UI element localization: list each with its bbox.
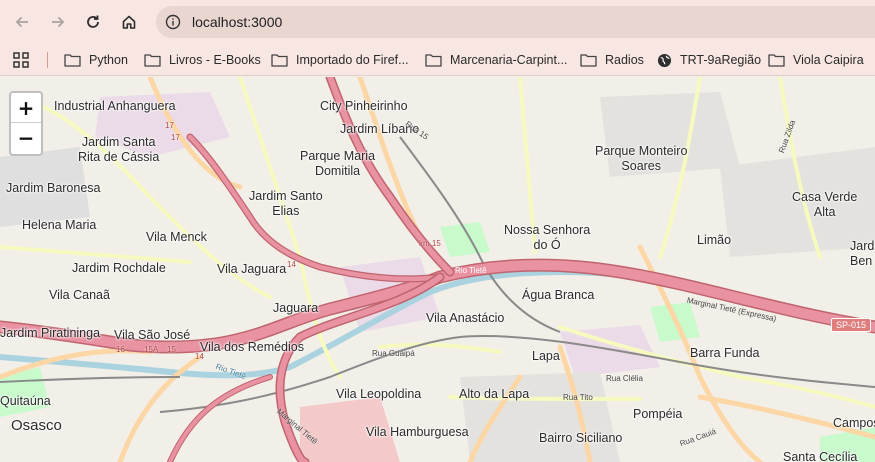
place-label: Lapa — [532, 349, 560, 363]
place-label: Casa Verde Alta — [792, 190, 858, 219]
bookmarks-separator — [47, 52, 48, 68]
bookmark-label: Importado do Firef... — [296, 53, 409, 67]
place-label: Vila dos Remédios — [200, 340, 304, 354]
place-label: Jardim Rochdale — [72, 261, 166, 275]
folder-icon — [580, 54, 597, 67]
place-label: Vila São José — [114, 328, 191, 342]
place-label: Barra Funda — [690, 346, 760, 360]
browser-toolbar: localhost:3000 — [0, 0, 875, 44]
place-label: City Pinheirinho — [320, 99, 408, 113]
place-label: Vila Hamburguesa — [366, 425, 469, 439]
road-label: km 15 — [419, 239, 441, 248]
place-label: Industrial Anhanguera — [54, 99, 176, 113]
road-label: 17 — [165, 121, 174, 130]
place-label: Vila Leopoldina — [336, 387, 422, 401]
place-label: Bairro Siciliano — [539, 431, 623, 445]
place-label: Vila Jaguara — [217, 262, 287, 276]
road-label: Rua Clélia — [606, 374, 643, 383]
road-label: Rua Guaipá — [372, 349, 415, 358]
place-label: Vila Menck — [146, 230, 207, 244]
map-viewport[interactable]: Industrial Anhanguera City Pinheirinho J… — [0, 77, 875, 462]
road-label: 15 — [167, 345, 176, 354]
road-label: 14 — [195, 352, 204, 361]
bookmark-viola-caipira[interactable]: Viola Caipira — [768, 48, 864, 72]
back-button[interactable] — [4, 4, 40, 40]
reload-button[interactable] — [75, 4, 111, 40]
place-label: Parque Maria Domitila — [300, 149, 376, 178]
place-label: Jardim Santo Elias — [249, 189, 323, 218]
place-label: Parque Monteiro Soares — [595, 144, 688, 173]
folder-icon — [64, 54, 81, 67]
place-label: Quitaúna — [0, 394, 51, 408]
bookmark-label: Livros - E-Books — [169, 53, 261, 67]
bookmark-label: Viola Caipira — [793, 53, 864, 67]
place-label: Jardim Santa Rita de Cássia — [78, 135, 160, 164]
url-text: localhost:3000 — [192, 14, 283, 30]
forward-button[interactable] — [40, 4, 76, 40]
place-label: Jaguara — [273, 301, 319, 315]
road-label: 15A — [144, 345, 159, 354]
folder-icon — [425, 54, 442, 67]
road-label: 17 — [171, 133, 180, 142]
place-label: Vila Canaã — [49, 288, 110, 302]
zoom-in-button[interactable]: + — [11, 93, 41, 123]
road-label: Rio Tietê — [455, 266, 487, 275]
info-circle-icon — [165, 14, 181, 30]
bookmark-trt9[interactable]: TRT-9aRegião — [657, 48, 761, 72]
route-shield: SP-015 — [831, 318, 872, 332]
road-label: 14 — [287, 260, 296, 269]
home-button[interactable] — [111, 4, 147, 40]
bookmark-label: Marcenaria-Carpint... — [450, 53, 568, 67]
place-label: Osasco — [11, 417, 62, 434]
arrow-left-icon — [15, 16, 28, 28]
place-label: Pompéia — [633, 407, 683, 421]
road-label: 16 — [116, 345, 125, 354]
bookmark-radios[interactable]: Radios — [580, 48, 644, 72]
place-label: Nossa Senhora do Ó — [504, 223, 591, 252]
bookmark-label: Python — [89, 53, 128, 67]
folder-icon — [768, 54, 785, 67]
reload-icon — [87, 15, 99, 28]
globe-icon — [657, 53, 672, 67]
place-label: Santa Cecília — [783, 450, 858, 462]
apps-grid-icon[interactable] — [12, 51, 30, 69]
folder-icon — [144, 54, 161, 67]
place-label: Jardim Piratininga — [0, 326, 101, 340]
home-icon — [122, 15, 136, 29]
bookmark-label: TRT-9aRegião — [680, 53, 762, 67]
bookmark-livros-ebooks[interactable]: Livros - E-Books — [144, 48, 261, 72]
road-label: Rua Tito — [563, 393, 593, 402]
bookmark-marcenaria[interactable]: Marcenaria-Carpint... — [425, 48, 567, 72]
bookmark-label: Radios — [605, 53, 644, 67]
zoom-out-button[interactable]: − — [11, 123, 41, 153]
residential-area — [460, 372, 620, 462]
place-label: Helena Maria — [22, 218, 97, 232]
place-label: Vila Anastácio — [426, 311, 505, 325]
site-info-button[interactable] — [158, 7, 188, 37]
place-label: Limão — [697, 233, 732, 247]
place-label: Jardim Baronesa — [6, 181, 101, 195]
bookmark-python[interactable]: Python — [64, 48, 128, 72]
bookmark-importado-firefox[interactable]: Importado do Firef... — [271, 48, 409, 72]
zoom-control: + − — [9, 91, 43, 156]
place-label: Alto da Lapa — [459, 387, 530, 401]
place-label: Água Branca — [522, 288, 595, 302]
place-label: Jardim Ben — [850, 239, 875, 268]
bookmarks-bar: Python Livros - E-Books Importado do Fir… — [0, 44, 875, 76]
place-label: Campos — [833, 416, 875, 430]
folder-icon — [271, 54, 288, 67]
arrow-right-icon — [52, 16, 65, 28]
address-bar[interactable]: localhost:3000 — [156, 6, 875, 38]
